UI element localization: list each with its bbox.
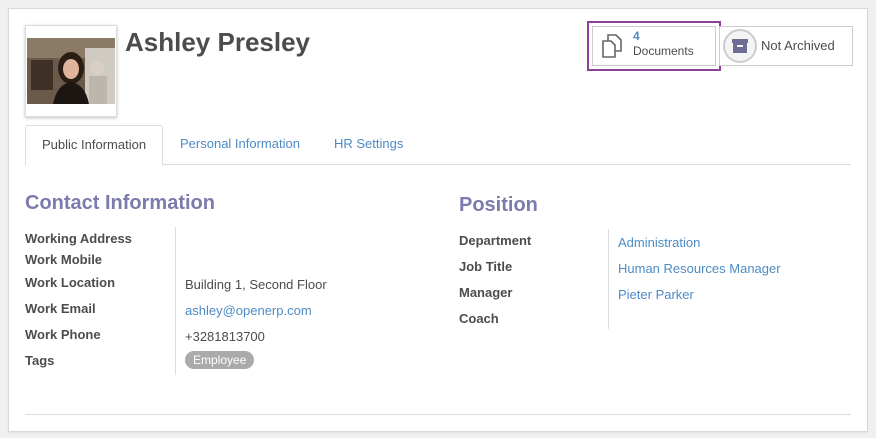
archive-status-label: Not Archived xyxy=(761,38,835,53)
position-column-divider xyxy=(608,229,609,329)
documents-button[interactable]: 4 Documents xyxy=(587,21,721,71)
work-phone-value[interactable]: +3281813700 xyxy=(185,329,265,344)
contact-column-divider xyxy=(175,227,176,375)
archive-box-icon xyxy=(732,39,748,53)
coach-label: Coach xyxy=(459,311,499,326)
position-heading: Position xyxy=(459,194,538,216)
job-title-value[interactable]: Human Resources Manager xyxy=(618,261,781,276)
tab-public-information[interactable]: Public Information xyxy=(25,125,164,166)
work-location-label: Work Location xyxy=(25,275,116,290)
tag-badge-employee[interactable]: Employee xyxy=(185,351,255,369)
tags-label: Tags xyxy=(25,353,55,368)
tab-hr-settings[interactable]: HR Settings xyxy=(318,125,419,165)
working-address-label: Working Address xyxy=(25,231,132,246)
manager-label: Manager xyxy=(459,285,513,300)
manager-link[interactable]: Pieter Parker xyxy=(618,287,694,302)
copy-documents-icon xyxy=(602,34,622,58)
archive-icon-circle xyxy=(723,29,757,63)
job-title-label: Job Title xyxy=(459,259,513,274)
work-mobile-label: Work Mobile xyxy=(25,252,103,267)
work-email-label: Work Email xyxy=(25,301,96,316)
work-email-link[interactable]: ashley@openerp.com xyxy=(185,303,312,318)
work-location-value[interactable]: Building 1, Second Floor xyxy=(185,277,327,292)
form-tabs: Public Information Personal Information … xyxy=(25,125,851,166)
department-label: Department xyxy=(459,233,532,248)
work-phone-label: Work Phone xyxy=(25,327,101,342)
archive-toggle-button[interactable]: Not Archived xyxy=(719,26,853,66)
employee-photo-image xyxy=(27,38,115,104)
employee-photo[interactable] xyxy=(25,25,117,117)
contact-information-heading: Contact Information xyxy=(25,192,215,214)
tab-personal-information[interactable]: Personal Information xyxy=(164,125,316,165)
department-link[interactable]: Administration xyxy=(618,235,700,250)
bottom-separator xyxy=(25,414,851,415)
documents-label: Documents xyxy=(633,44,694,58)
employee-form-sheet: Ashley Presley 4 Documents Not Archived … xyxy=(8,8,868,432)
documents-count: 4 xyxy=(633,29,640,43)
employee-name[interactable]: Ashley Presley xyxy=(125,27,310,58)
